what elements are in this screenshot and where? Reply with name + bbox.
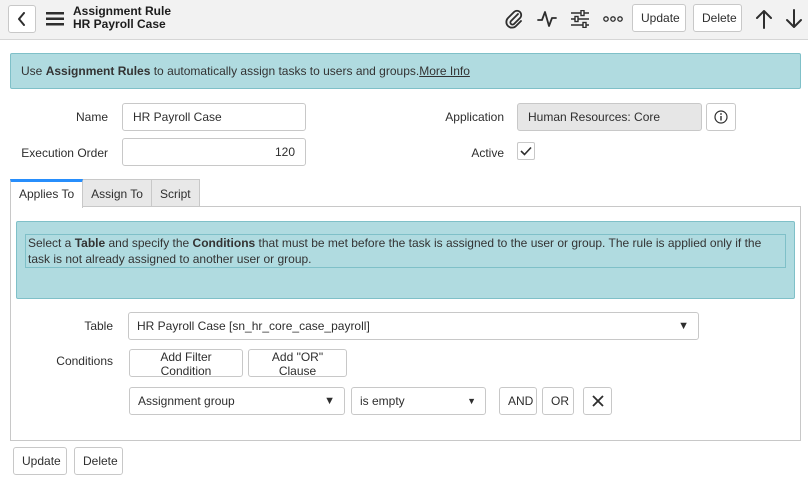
header-update-button[interactable]: Update (632, 4, 686, 32)
conditions-label: Conditions (56, 354, 113, 368)
condition-operator-select[interactable]: is empty ▼ (351, 387, 486, 415)
more-options-button[interactable] (601, 7, 625, 31)
close-icon (591, 395, 604, 407)
settings-sliders-icon (571, 10, 589, 28)
condition-field-select[interactable]: Assignment group ▼ (129, 387, 345, 415)
condition-field-value: Assignment group (138, 394, 235, 408)
banner-text: Use (21, 64, 46, 78)
page-title: Assignment Rule HR Payroll Case (73, 5, 171, 31)
dropdown-arrow-icon: ▼ (467, 396, 476, 406)
execution-order-input[interactable]: 120 (122, 138, 306, 166)
and-button[interactable]: AND (499, 387, 537, 415)
table-label: Table (84, 319, 113, 333)
condition-operator-value: is empty (360, 394, 405, 408)
back-button[interactable] (8, 5, 36, 33)
more-icon (603, 16, 623, 22)
dropdown-arrow-icon: ▼ (324, 395, 335, 407)
banner-text-suffix: to automatically assign tasks to users a… (150, 64, 420, 78)
execution-order-label: Execution Order (21, 146, 108, 160)
footer-update-button[interactable]: Update (13, 447, 67, 475)
tab-applies-to[interactable]: Applies To (10, 179, 84, 208)
add-or-clause-button[interactable]: Add "OR" Clause (248, 349, 347, 378)
banner-bold-text: Assignment Rules (45, 64, 151, 78)
note-bold-conditions: Conditions (192, 236, 256, 250)
checkmark-icon (520, 146, 532, 156)
applies-to-panel: Select a Table and specify the Condition… (10, 206, 801, 441)
activity-icon (537, 11, 557, 27)
attachment-button[interactable] (502, 7, 526, 31)
applies-to-note: Select a Table and specify the Condition… (16, 221, 795, 299)
active-label: Active (471, 146, 504, 160)
or-button[interactable]: OR (542, 387, 574, 415)
arrow-up-icon (756, 10, 772, 29)
application-label: Application (445, 110, 504, 124)
application-info-button[interactable] (706, 103, 736, 131)
next-record-button[interactable] (782, 7, 806, 31)
footer-delete-button[interactable]: Delete (74, 447, 123, 475)
personalize-button[interactable] (568, 7, 592, 31)
form-header: Assignment Rule HR Payroll Case Update D… (0, 0, 808, 40)
note-text-2: and specify the (105, 236, 193, 250)
activity-button[interactable] (535, 7, 559, 31)
info-banner: Use Assignment Rules to automatically as… (10, 53, 801, 89)
menu-button[interactable] (44, 9, 66, 29)
info-icon (714, 110, 728, 124)
menu-icon (46, 12, 64, 26)
back-icon (18, 12, 25, 26)
header-delete-button[interactable]: Delete (693, 4, 742, 32)
tab-assign-to[interactable]: Assign To (82, 179, 152, 207)
active-checkbox[interactable] (517, 142, 535, 160)
table-select-value: HR Payroll Case [sn_hr_core_case_payroll… (137, 319, 370, 333)
name-input[interactable]: HR Payroll Case (122, 103, 306, 131)
remove-condition-button[interactable] (583, 387, 612, 415)
arrow-down-icon (786, 9, 802, 28)
form-tabs: Applies To Assign To Script (10, 179, 200, 208)
more-info-link[interactable]: More Info (419, 64, 470, 78)
application-field: Human Resources: Core (517, 103, 702, 131)
applies-to-note-text: Select a Table and specify the Condition… (25, 234, 786, 268)
previous-record-button[interactable] (752, 7, 776, 31)
record-name-title: HR Payroll Case (73, 17, 166, 31)
attachment-icon (505, 9, 523, 29)
table-select[interactable]: HR Payroll Case [sn_hr_core_case_payroll… (128, 312, 699, 340)
tab-script[interactable]: Script (150, 179, 200, 207)
add-filter-condition-button[interactable]: Add Filter Condition (129, 349, 243, 378)
dropdown-arrow-icon: ▼ (678, 320, 689, 332)
note-text-1: Select a (28, 236, 75, 250)
name-label: Name (75, 110, 108, 124)
note-bold-table: Table (74, 236, 106, 250)
